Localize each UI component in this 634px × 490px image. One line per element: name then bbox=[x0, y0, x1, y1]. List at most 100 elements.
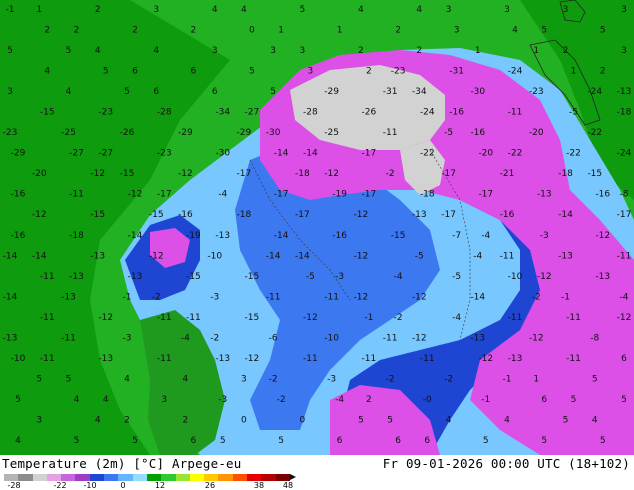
temperature-label: -18 bbox=[617, 108, 632, 118]
temperature-label: 5 bbox=[124, 87, 130, 97]
color-legend-swatch bbox=[218, 474, 233, 481]
temperature-label: -29 bbox=[324, 87, 339, 97]
temperature-label: 1 bbox=[533, 374, 539, 384]
color-legend-swatch bbox=[247, 474, 262, 481]
temperature-label: -16 bbox=[178, 210, 193, 220]
temperature-label: 4 bbox=[416, 5, 422, 15]
temperature-label: -10 bbox=[11, 354, 26, 364]
temperature-label: 1 bbox=[475, 46, 481, 56]
color-legend-swatch bbox=[204, 474, 219, 481]
temperature-label: -16 bbox=[500, 210, 515, 220]
temperature-label: 5 bbox=[103, 67, 109, 77]
temperature-label: -14 bbox=[303, 149, 318, 159]
color-legend-swatch bbox=[32, 474, 47, 481]
temperature-label: 5 bbox=[541, 26, 547, 36]
temperature-label: -12 bbox=[32, 210, 47, 220]
temperature-label: -5 bbox=[444, 128, 453, 138]
temperature-label: -23 bbox=[391, 67, 406, 77]
temperature-label: -20 bbox=[32, 169, 47, 179]
temperature-label: -2 bbox=[532, 292, 541, 302]
temperature-label: 4 bbox=[512, 26, 518, 36]
temperature-label: -10 bbox=[324, 333, 339, 343]
temperature-label: 3 bbox=[621, 5, 627, 15]
temperature-label: 2 bbox=[44, 26, 50, 36]
temperature-label: -17 bbox=[157, 190, 172, 200]
temperature-label: -14 bbox=[274, 231, 289, 241]
temperature-label: 3 bbox=[241, 374, 247, 384]
temperature-label: -11 bbox=[566, 354, 581, 364]
temperature-label: -12 bbox=[90, 169, 105, 179]
temperature-label: -16 bbox=[11, 231, 26, 241]
temperature-label: -3 bbox=[540, 231, 549, 241]
temperature-label: 4 bbox=[153, 46, 159, 56]
temperature-label: 4 bbox=[504, 416, 510, 426]
temperature-label: -1 bbox=[123, 292, 132, 302]
temperature-label: 2 bbox=[124, 416, 130, 426]
temperature-label: -13 bbox=[61, 292, 76, 302]
temperature-label: 3 bbox=[308, 67, 314, 77]
temperature-label: -10 bbox=[508, 272, 523, 282]
temperature-label: -22 bbox=[508, 149, 523, 159]
temperature-label: -1 bbox=[481, 395, 490, 405]
temperature-label: 4 bbox=[66, 87, 72, 97]
temperature-label: 4 bbox=[241, 5, 247, 15]
temperature-label: -12 bbox=[324, 169, 339, 179]
temperature-label: -12 bbox=[245, 354, 260, 364]
temperature-label: -13 bbox=[595, 272, 610, 282]
color-legend-tick: -28 bbox=[7, 481, 21, 490]
temperature-label: -14 bbox=[3, 251, 18, 261]
temperature-label: -11 bbox=[61, 333, 76, 343]
temperature-label: -23 bbox=[98, 108, 113, 118]
temperature-label: 5 bbox=[592, 374, 598, 384]
temperature-label: 1 bbox=[571, 67, 577, 77]
temperature-label: -11 bbox=[617, 251, 632, 261]
temperature-label: 6 bbox=[191, 67, 197, 77]
temperature-label: -2 bbox=[386, 374, 395, 384]
temperature-label: -2 bbox=[210, 333, 219, 343]
temperature-label: 6 bbox=[337, 436, 343, 446]
temperature-label: 5 bbox=[15, 395, 21, 405]
temperature-label: -11 bbox=[383, 128, 398, 138]
temperature-label: -15 bbox=[186, 272, 201, 282]
temperature-map: -1 1 2 3 4 4 5 4 4 3 3 3 32 2 2 2 0 1 1 2 3 4 5 55 5 4 4 3 3 3 2 2 1 1 2 34… bbox=[0, 0, 634, 455]
color-legend-swatch bbox=[261, 474, 276, 481]
weather-map-view: -1 1 2 3 4 4 5 4 4 3 3 3 3 2 2 2 2 0 1 1 2 3 4 5 5 5 5 4 4 3 3 3 2 2 1 1 2 3 4… bbox=[0, 0, 634, 490]
map-header: Temperature (2m) [°C] Arpege-eu bbox=[2, 456, 242, 471]
temperature-label: 6 bbox=[153, 87, 159, 97]
temperature-label: 3 bbox=[454, 26, 460, 36]
temperature-label: 4 bbox=[74, 395, 80, 405]
temperature-label: -14 bbox=[32, 251, 47, 261]
temperature-label: 3 bbox=[300, 46, 306, 56]
temperature-label: 6 bbox=[212, 87, 218, 97]
color-legend-bar bbox=[4, 474, 290, 481]
temperature-label: -1 bbox=[6, 5, 15, 15]
temperature-label: -4 bbox=[218, 190, 227, 200]
temperature-label: 3 bbox=[504, 5, 510, 15]
temperature-label: -13 bbox=[3, 333, 18, 343]
temperature-label: -11 bbox=[69, 190, 84, 200]
temperature-label: -18 bbox=[558, 169, 573, 179]
color-legend-tick: 48 bbox=[282, 481, 294, 490]
temperature-label: 2 bbox=[183, 416, 189, 426]
temperature-label: 0 bbox=[300, 416, 306, 426]
temperature-label: -23 bbox=[157, 149, 172, 159]
color-legend-swatch bbox=[275, 474, 290, 481]
temperature-label: -12 bbox=[354, 210, 369, 220]
color-legend-swatch bbox=[189, 474, 205, 481]
temperature-label: -2 bbox=[394, 313, 403, 323]
color-legend-swatch bbox=[132, 474, 147, 481]
color-legend-tick: 26 bbox=[204, 481, 216, 490]
temperature-label: 1 bbox=[337, 26, 343, 36]
temperature-label: -4 bbox=[181, 333, 190, 343]
temperature-label: 1 bbox=[36, 5, 42, 15]
temperature-label: -11 bbox=[40, 272, 55, 282]
temperature-label: -4 bbox=[452, 313, 461, 323]
temperature-label: 4 bbox=[95, 416, 101, 426]
temperature-label: -5 bbox=[415, 251, 424, 261]
temperature-label: -3 bbox=[335, 272, 344, 282]
temperature-label: -24 bbox=[587, 87, 602, 97]
temperature-label: 5 bbox=[278, 436, 284, 446]
color-legend-swatch bbox=[61, 474, 76, 481]
color-legend-swatch bbox=[89, 474, 105, 481]
temperature-label: -14 bbox=[266, 251, 281, 261]
